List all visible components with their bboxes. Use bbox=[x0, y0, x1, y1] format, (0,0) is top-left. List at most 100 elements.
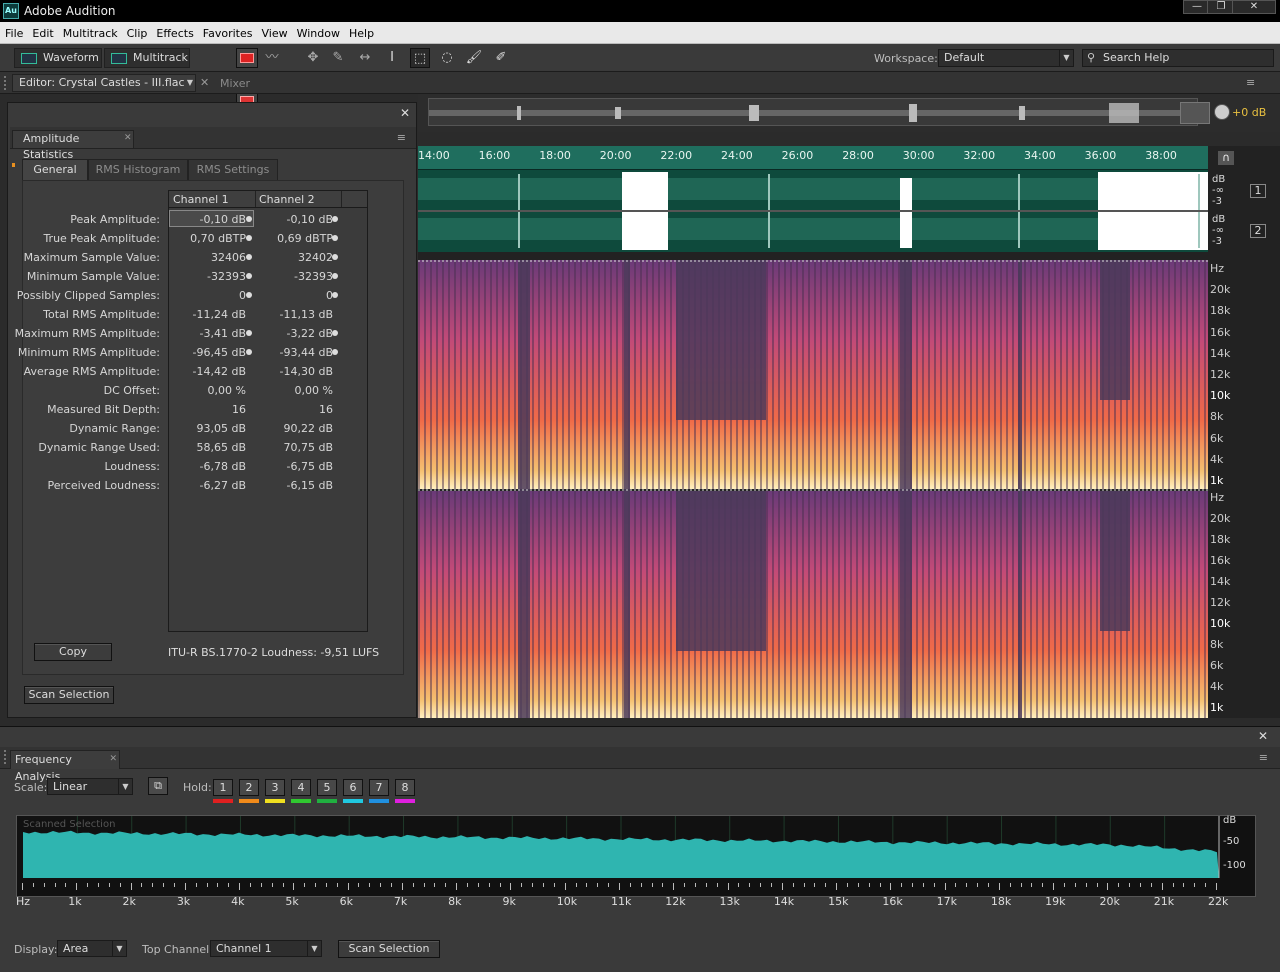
close-panel-icon[interactable]: ✕ bbox=[1258, 729, 1268, 743]
go-to-marker-icon[interactable] bbox=[332, 254, 338, 260]
stats-value-ch2[interactable]: -93,44 dB bbox=[263, 343, 334, 362]
menu-window[interactable]: Window bbox=[292, 22, 344, 40]
stats-value-ch1[interactable]: 32406 bbox=[176, 248, 246, 267]
go-to-marker-icon[interactable] bbox=[332, 330, 338, 336]
brush-tool-icon[interactable]: 🖌 bbox=[464, 48, 484, 68]
menu-file[interactable]: File bbox=[0, 22, 27, 40]
stats-value-ch1[interactable]: -11,24 dB bbox=[176, 305, 247, 324]
hold-button-2[interactable]: 2 bbox=[239, 779, 259, 796]
close-tab-icon[interactable]: ✕ bbox=[124, 133, 132, 143]
scan-selection-button[interactable]: Scan Selection bbox=[338, 940, 440, 958]
hold-button-1[interactable]: 1 bbox=[213, 779, 233, 796]
slip-tool-icon[interactable]: ↔ bbox=[355, 48, 375, 68]
stats-value-ch2[interactable]: -32393 bbox=[263, 267, 333, 286]
go-to-marker-icon[interactable] bbox=[332, 273, 338, 279]
workspace-dropdown[interactable]: Default ▼ bbox=[938, 49, 1074, 67]
stats-value-ch2[interactable]: 16 bbox=[263, 400, 333, 419]
go-to-marker-icon[interactable] bbox=[246, 273, 252, 279]
spectral-pitch-icon[interactable]: 〰 bbox=[262, 48, 282, 68]
stats-value-ch2[interactable]: 0 bbox=[263, 286, 333, 305]
tab-amplitude-statistics[interactable]: Amplitude Statistics bbox=[12, 130, 134, 161]
display-dropdown[interactable]: Area ▼ bbox=[57, 940, 127, 957]
go-to-marker-icon[interactable] bbox=[246, 216, 252, 222]
tab-frequency-analysis[interactable]: Frequency Analysis ✕ bbox=[10, 750, 120, 783]
go-to-marker-icon[interactable] bbox=[246, 254, 252, 260]
tab-editor[interactable]: Editor: Crystal Castles - III.flac ▼ bbox=[12, 74, 196, 92]
hold-button-6[interactable]: 6 bbox=[343, 779, 363, 796]
stats-value-ch1[interactable]: -0,10 dB bbox=[176, 210, 247, 229]
close-tab-icon[interactable]: ✕ bbox=[109, 751, 117, 768]
hold-button-3[interactable]: 3 bbox=[265, 779, 285, 796]
go-to-marker-icon[interactable] bbox=[246, 235, 252, 241]
stats-value-ch1[interactable]: 0,70 dBTP bbox=[176, 229, 246, 248]
stats-value-ch1[interactable]: -32393 bbox=[176, 267, 246, 286]
stats-value-ch2[interactable]: -3,22 dB bbox=[263, 324, 334, 343]
stats-value-ch1[interactable]: -96,45 dB bbox=[176, 343, 247, 362]
stats-value-ch2[interactable]: -0,10 dB bbox=[263, 210, 334, 229]
stats-value-ch1[interactable]: -14,42 dB bbox=[176, 362, 247, 381]
copy-button[interactable]: Copy bbox=[34, 643, 112, 661]
stats-value-ch1[interactable]: 0,00 % bbox=[176, 381, 246, 400]
tab-mixer[interactable]: Mixer bbox=[220, 77, 250, 90]
menu-help[interactable]: Help bbox=[344, 22, 378, 40]
drag-grip-icon[interactable] bbox=[4, 750, 8, 764]
search-help-input[interactable]: ⚲ Search Help bbox=[1082, 49, 1274, 67]
go-to-marker-icon[interactable] bbox=[246, 292, 252, 298]
lasso-tool-icon[interactable]: ◌ bbox=[437, 48, 457, 68]
go-to-marker-icon[interactable] bbox=[332, 349, 338, 355]
menu-clip[interactable]: Clip bbox=[122, 22, 152, 40]
overview-navigator[interactable] bbox=[428, 98, 1199, 126]
time-selection-tool-icon[interactable]: I bbox=[382, 48, 402, 68]
spot-healing-tool-icon[interactable]: ✐ bbox=[491, 48, 511, 68]
close-button[interactable]: ✕ bbox=[1232, 0, 1276, 14]
stats-value-ch2[interactable]: 0,69 dBTP bbox=[263, 229, 333, 248]
close-panel-icon[interactable]: ✕ bbox=[400, 106, 410, 120]
close-tab-icon[interactable]: ✕ bbox=[200, 76, 209, 89]
tab-rms-histogram[interactable]: RMS Histogram bbox=[88, 159, 188, 181]
panel-menu-icon[interactable]: ≡ bbox=[1259, 751, 1268, 764]
tab-general[interactable]: General bbox=[22, 159, 88, 181]
menu-effects[interactable]: Effects bbox=[151, 22, 197, 40]
panel-menu-icon[interactable]: ≡ bbox=[1246, 76, 1255, 89]
stats-value-ch2[interactable]: 32402 bbox=[263, 248, 333, 267]
hold-button-8[interactable]: 8 bbox=[395, 779, 415, 796]
stats-value-ch2[interactable]: 90,22 dB bbox=[263, 419, 333, 438]
channel-2-button[interactable]: 2 bbox=[1250, 224, 1266, 238]
restore-button[interactable]: ❐ bbox=[1207, 0, 1235, 14]
zoom-level-indicator[interactable] bbox=[1180, 102, 1210, 124]
stats-value-ch1[interactable]: 0 bbox=[176, 286, 246, 305]
waveform-view-button[interactable]: Waveform bbox=[14, 48, 102, 68]
stats-value-ch2[interactable]: 0,00 % bbox=[263, 381, 333, 400]
timeline-ruler[interactable]: 14:00 16:00 18:00 20:00 22:00 24:00 26:00 28:00… bbox=[418, 146, 1208, 170]
menu-favorites[interactable]: Favorites bbox=[198, 22, 257, 40]
go-to-marker-icon[interactable] bbox=[246, 330, 252, 336]
headphones-icon[interactable]: ∩ bbox=[1217, 150, 1235, 166]
stats-value-ch1[interactable]: -6,27 dB bbox=[176, 476, 247, 495]
chevron-down-icon[interactable]: ▼ bbox=[187, 75, 193, 91]
menu-multitrack[interactable]: Multitrack bbox=[58, 22, 122, 40]
hold-button-7[interactable]: 7 bbox=[369, 779, 389, 796]
hold-button-5[interactable]: 5 bbox=[317, 779, 337, 796]
stats-value-ch1[interactable]: 93,05 dB bbox=[176, 419, 246, 438]
hold-button-4[interactable]: 4 bbox=[291, 779, 311, 796]
marquee-tool-icon[interactable]: ⬚ bbox=[410, 48, 430, 68]
scan-selection-button[interactable]: Scan Selection bbox=[24, 686, 114, 704]
stats-value-ch2[interactable]: -14,30 dB bbox=[263, 362, 334, 381]
waveform-display[interactable] bbox=[418, 170, 1208, 252]
tab-rms-settings[interactable]: RMS Settings bbox=[188, 159, 278, 181]
spectral-display[interactable] bbox=[418, 260, 1208, 718]
razor-tool-icon[interactable]: ✎ bbox=[328, 48, 348, 68]
go-to-marker-icon[interactable] bbox=[246, 349, 252, 355]
multitrack-view-button[interactable]: Multitrack bbox=[104, 48, 190, 68]
stats-value-ch1[interactable]: 58,65 dB bbox=[176, 438, 246, 457]
stats-value-ch2[interactable]: -11,13 dB bbox=[263, 305, 334, 324]
copy-graph-icon[interactable]: ⧉ bbox=[148, 777, 168, 795]
stats-value-ch1[interactable]: 16 bbox=[176, 400, 246, 419]
go-to-marker-icon[interactable] bbox=[332, 216, 338, 222]
go-to-marker-icon[interactable] bbox=[332, 292, 338, 298]
menu-view[interactable]: View bbox=[257, 22, 292, 40]
channel-1-button[interactable]: 1 bbox=[1250, 184, 1266, 198]
stats-value-ch1[interactable]: -3,41 dB bbox=[176, 324, 247, 343]
scale-dropdown[interactable]: Linear ▼ bbox=[47, 778, 133, 795]
gain-knob-icon[interactable] bbox=[1214, 104, 1230, 120]
